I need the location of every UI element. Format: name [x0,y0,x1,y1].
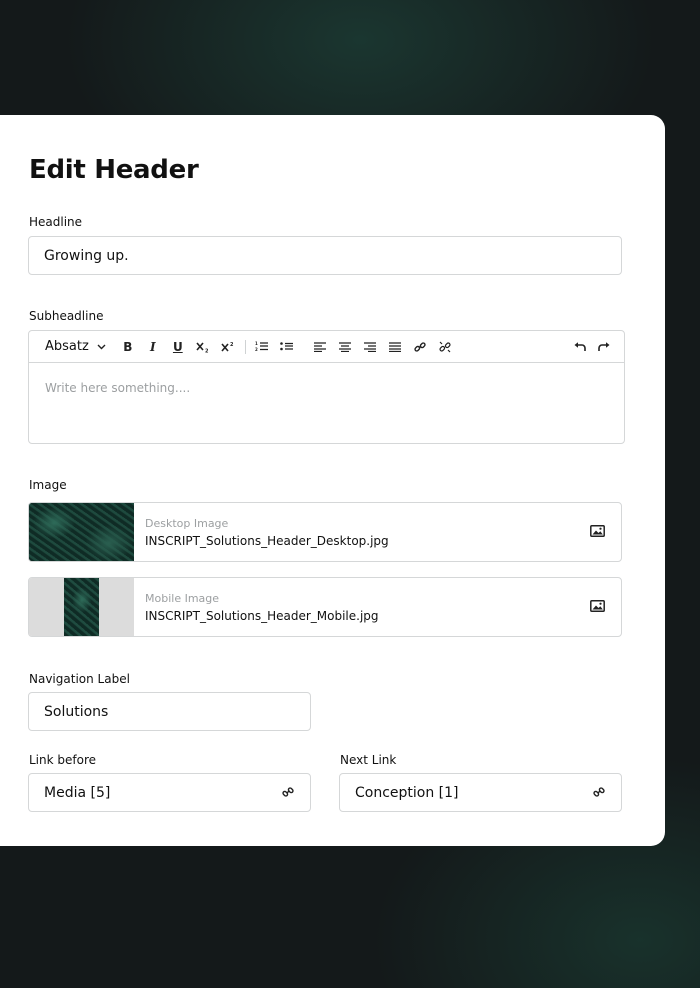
link-icon[interactable] [593,786,607,800]
editor-toolbar: Absatz B I U 2 2 12 [29,331,624,363]
link-icon[interactable] [282,786,296,800]
chevron-down-icon [97,344,106,349]
subheadline-label: Subheadline [29,309,104,323]
subheadline-textarea[interactable]: Write here something.... [29,363,624,413]
svg-text:2: 2 [255,347,258,352]
headline-label: Headline [29,215,83,229]
subscript-icon[interactable]: 2 [193,337,213,357]
headline-input[interactable]: Growing up. [28,236,622,275]
next-link-input[interactable]: Conception [1] [339,773,622,812]
undo-icon[interactable] [570,337,590,357]
underline-icon[interactable]: U [168,337,188,357]
editor-placeholder: Write here something.... [45,381,191,395]
navigation-label-value: Solutions [44,703,109,720]
mobile-image-filename: INSCRIPT_Solutions_Header_Mobile.jpg [145,608,379,623]
next-link-value: Conception [1] [355,784,459,801]
image-icon[interactable] [590,525,606,539]
navigation-label: Navigation Label [29,672,130,686]
link-before-label: Link before [29,753,97,767]
image-icon[interactable] [590,600,606,614]
bold-icon[interactable]: B [118,337,138,357]
mobile-image-info: Mobile Image INSCRIPT_Solutions_Header_M… [134,592,590,623]
ordered-list-icon[interactable]: 12 [252,337,272,357]
svg-text:2: 2 [205,348,209,353]
redo-icon[interactable] [594,337,614,357]
edit-header-panel: Edit Header Headline Growing up. Subhead… [0,115,665,846]
align-right-icon[interactable] [360,337,380,357]
link-before-value: Media [5] [44,784,111,801]
desktop-image-thumbnail [29,503,134,561]
align-justify-icon[interactable] [385,337,405,357]
svg-text:2: 2 [230,342,234,348]
desktop-image-picker[interactable]: Desktop Image INSCRIPT_Solutions_Header_… [28,502,622,562]
desktop-image-info: Desktop Image INSCRIPT_Solutions_Header_… [134,517,590,548]
page-title: Edit Header [29,155,199,185]
align-center-icon[interactable] [335,337,355,357]
mobile-image-thumbnail [29,578,134,636]
align-left-icon[interactable] [310,337,330,357]
svg-text:1: 1 [255,341,258,346]
italic-icon[interactable]: I [143,337,163,357]
next-link-label: Next Link [340,753,397,767]
mobile-image-picker[interactable]: Mobile Image INSCRIPT_Solutions_Header_M… [28,577,622,637]
desktop-image-filename: INSCRIPT_Solutions_Header_Desktop.jpg [145,533,389,548]
image-label: Image [29,478,67,492]
desktop-image-title: Desktop Image [145,516,229,530]
paragraph-format-select[interactable]: Absatz [45,339,106,354]
navigation-label-input[interactable]: Solutions [28,692,311,731]
mobile-image-title: Mobile Image [145,591,220,605]
superscript-icon[interactable]: 2 [218,337,238,357]
format-select-value: Absatz [45,339,89,354]
headline-value: Growing up. [44,247,129,264]
link-before-input[interactable]: Media [5] [28,773,311,812]
unlink-icon[interactable] [435,337,455,357]
subheadline-editor: Absatz B I U 2 2 12 Write here something… [28,330,625,444]
history-controls [570,337,614,357]
bullet-list-icon[interactable] [277,337,297,357]
link-icon[interactable] [410,337,430,357]
toolbar-divider [244,339,246,354]
